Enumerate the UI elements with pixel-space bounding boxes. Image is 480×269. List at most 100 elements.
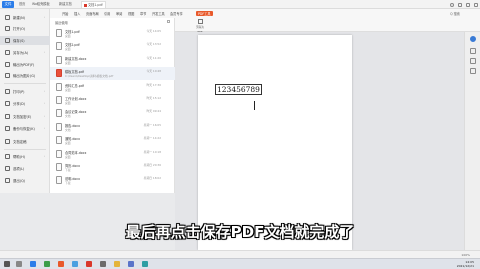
- menu-label: 备份与恢复(K): [13, 127, 35, 131]
- app-icon[interactable]: [142, 261, 148, 267]
- recent-file-row[interactable]: 合同范本.docx 桌面 星期一 10:18: [50, 148, 175, 161]
- file-time: 今天 11:20: [146, 55, 161, 60]
- file-menu-button[interactable]: 文件: [2, 1, 14, 8]
- app-icon[interactable]: [100, 261, 106, 267]
- recent-file-row[interactable]: 文档2.pdf 桌面 今天 13:52: [50, 40, 175, 53]
- document-file-icon: [56, 176, 62, 185]
- document-file-icon: [56, 82, 62, 91]
- save-as-icon: [5, 50, 10, 55]
- menu-print[interactable]: 打印(P) ›: [0, 87, 50, 96]
- finalize-icon: [5, 139, 10, 144]
- properties-icon[interactable]: [470, 68, 476, 74]
- ribbon-view[interactable]: 视图: [128, 11, 134, 16]
- menu-help[interactable]: 帮助(H) ›: [0, 152, 50, 161]
- recent-file-row[interactable]: 会议记录.docx 文档 昨天 09:44: [50, 107, 175, 120]
- recent-file-row[interactable]: 文档1.pdf 桌面 今天 14:05: [50, 27, 175, 40]
- avatar[interactable]: [450, 2, 454, 7]
- right-sidebar: [464, 32, 480, 250]
- assistant-icon[interactable]: [470, 36, 476, 42]
- ribbon-devtools[interactable]: 开发工具: [152, 11, 165, 16]
- file-path: 桌面: [65, 60, 71, 65]
- menu-label: 输出为图片(G): [13, 74, 36, 78]
- clock-date: 2021/12/21: [456, 264, 474, 268]
- format-icon[interactable]: [470, 58, 476, 64]
- menu-label: 文档加密(E): [13, 115, 32, 119]
- new-icon: [5, 15, 10, 20]
- browser-icon[interactable]: [30, 261, 36, 267]
- menu-label: 输出为PDF(F): [13, 63, 35, 67]
- app-icon[interactable]: [86, 261, 92, 267]
- recent-file-row[interactable]: 简历.docx 下载 星期日 20:36: [50, 161, 175, 174]
- recent-file-row[interactable]: 新建文档.docx 桌面 今天 11:20: [50, 54, 175, 67]
- lock-icon: [5, 114, 10, 119]
- ribbon-reference[interactable]: 引用: [104, 11, 110, 16]
- document-page[interactable]: 123456789: [198, 35, 352, 250]
- style-icon[interactable]: [470, 48, 476, 54]
- document-canvas: 123456789: [175, 32, 464, 250]
- clock[interactable]: 14:05 2021/12/21: [457, 260, 474, 268]
- file-time: 昨天 17:30: [146, 82, 161, 87]
- chevron-right-icon: ›: [43, 15, 45, 19]
- tab-templates[interactable]: Wo稻壳模板: [30, 1, 52, 8]
- ribbon-chapter[interactable]: 章节: [140, 11, 146, 16]
- recent-file-row[interactable]: 说明.docx 下载 星期日 18:02: [50, 174, 175, 187]
- minimize-icon[interactable]: [458, 2, 462, 7]
- menu-export-image[interactable]: 输出为图片(G): [0, 71, 50, 80]
- file-time: 星期日 20:36: [143, 163, 161, 167]
- chevron-right-icon: ›: [43, 154, 45, 158]
- file-path: 桌面: [65, 47, 71, 52]
- recent-file-row[interactable]: 通知.docx 桌面 星期一 14:22: [50, 134, 175, 147]
- video-subtitle: 最后再点击保存PDF文档就完成了: [125, 223, 355, 241]
- help-icon: [5, 154, 10, 159]
- app-icon[interactable]: [44, 261, 50, 267]
- tab-home[interactable]: 首页: [17, 1, 27, 8]
- tab-active-document[interactable]: 文档1.pdf: [81, 1, 106, 8]
- menu-options[interactable]: 选项(L): [0, 164, 50, 173]
- ribbon-start[interactable]: 开始: [62, 11, 68, 16]
- tab-new-doc[interactable]: 新建文档: [57, 1, 74, 8]
- wps-icon[interactable]: [58, 261, 64, 267]
- menu-exit[interactable]: 退出(Q): [0, 176, 50, 185]
- ribbon-pdf-tools[interactable]: PDF工具: [196, 11, 213, 16]
- maximize-icon[interactable]: [466, 2, 470, 7]
- pdf-icon: [5, 62, 10, 67]
- close-icon[interactable]: [474, 2, 478, 7]
- pdf-icon: [84, 3, 87, 7]
- file-path: 桌面: [65, 154, 71, 159]
- menu-backup[interactable]: 备份与恢复(K) ›: [0, 124, 50, 133]
- menu-export-pdf[interactable]: 输出为PDF(F): [0, 60, 50, 69]
- search-box[interactable]: Q 搜索: [450, 11, 460, 16]
- export-pdf-button[interactable]: 另存为PDF: [194, 19, 206, 34]
- file-time: 星期一 10:18: [143, 149, 161, 154]
- menu-new[interactable]: 新建(N) ›: [0, 13, 50, 22]
- menu-label: 分享(D): [13, 102, 26, 106]
- pin-icon[interactable]: [167, 20, 170, 23]
- ribbon-member[interactable]: 会员专享: [170, 11, 183, 16]
- document-file-icon: [56, 29, 62, 37]
- menu-open[interactable]: 打开(O): [0, 24, 50, 33]
- ribbon-layout[interactable]: 页面布局: [86, 11, 99, 16]
- recent-file-row[interactable]: 工作计划.docx 桌面 昨天 15:12: [50, 94, 175, 107]
- app-icon[interactable]: [128, 261, 134, 267]
- menu-share[interactable]: 分享(D) ›: [0, 99, 50, 108]
- folder-icon[interactable]: [114, 261, 120, 267]
- file-time: 今天 10:48: [146, 69, 161, 74]
- menu-finalize[interactable]: 文档定稿: [0, 137, 50, 146]
- zoom-level[interactable]: 100%: [461, 253, 470, 257]
- recent-file-row[interactable]: 资料汇总.pdf 桌面 昨天 17:30: [50, 81, 175, 94]
- recent-file-row[interactable]: 模板文档.pdf C:\Users\Desktop\资料\模板文档.pdf 今天 1…: [50, 67, 175, 81]
- app-icon[interactable]: [72, 261, 78, 267]
- menu-save-as[interactable]: 另存为(A) ›: [0, 48, 50, 57]
- pdf-file-icon: [56, 69, 62, 78]
- search-icon[interactable]: [16, 261, 22, 267]
- document-file-icon: [56, 96, 62, 104]
- toolbar: 另存为PDF: [175, 18, 480, 34]
- export-icon: [197, 19, 203, 24]
- menu-encrypt[interactable]: 文档加密(E) ›: [0, 112, 50, 121]
- ribbon-review[interactable]: 审阅: [116, 11, 122, 16]
- ribbon-insert[interactable]: 插入: [74, 11, 80, 16]
- start-icon[interactable]: [4, 261, 10, 267]
- text-cursor: [254, 101, 255, 110]
- menu-save[interactable]: 保存(S): [0, 36, 50, 45]
- recent-file-row[interactable]: 报告.docx 文档 星期一 16:05: [50, 121, 175, 134]
